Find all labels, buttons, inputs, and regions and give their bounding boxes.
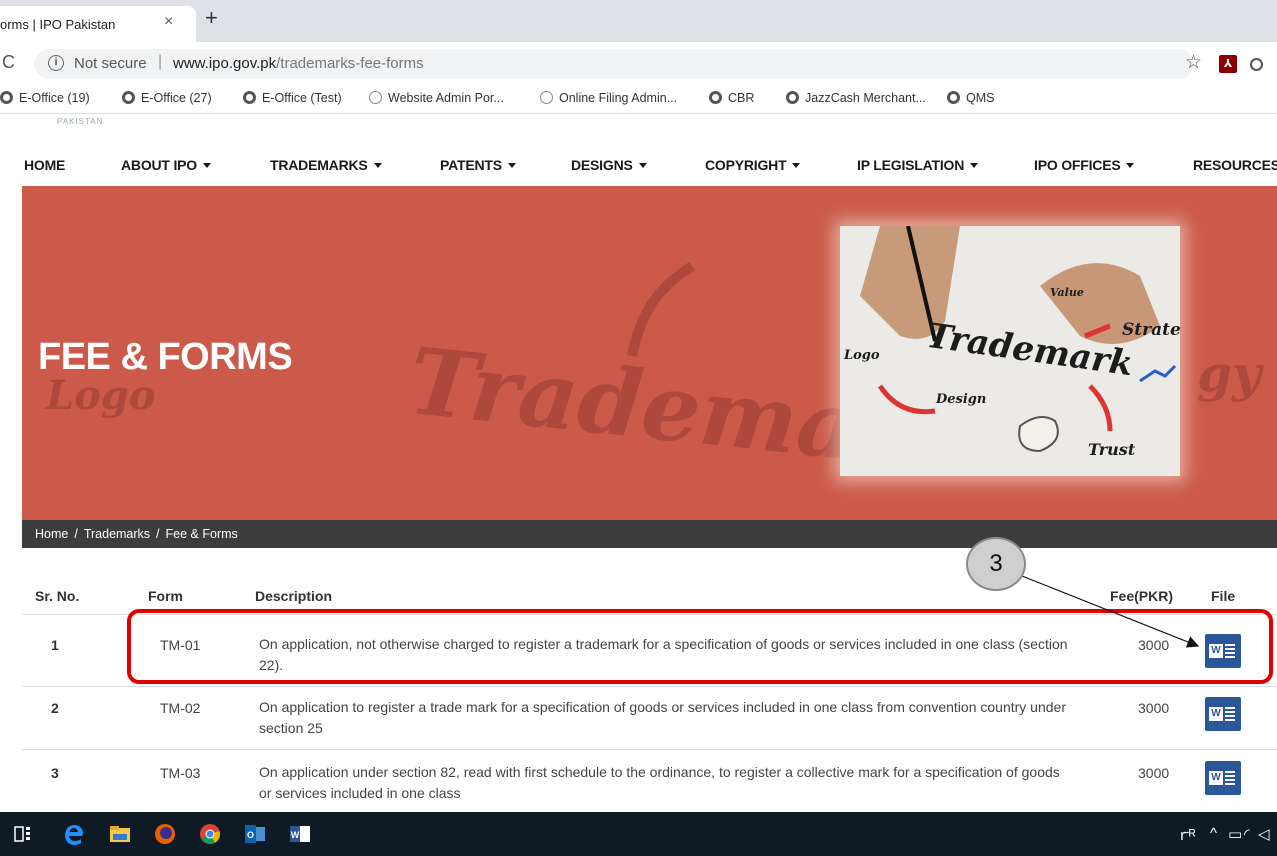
task-view-icon[interactable] (12, 822, 36, 846)
step-number-callout: 3 (966, 537, 1026, 591)
edge-browser-icon[interactable] (62, 822, 86, 846)
word-icon[interactable]: W (288, 822, 312, 846)
svg-text:W: W (291, 830, 300, 840)
tray-wifi-icon[interactable]: ◜ (1244, 825, 1250, 843)
outlook-icon[interactable]: O (243, 822, 267, 846)
file-explorer-icon[interactable] (108, 822, 132, 846)
svg-text:O: O (247, 830, 254, 840)
tray-volume-icon[interactable]: ◁ (1258, 825, 1270, 843)
chrome-icon[interactable] (198, 822, 222, 846)
callout-arrow-icon (1021, 575, 1200, 648)
windows-taskbar: O W ꭈᴿ ^ ▭ ◜ ◁ (0, 812, 1277, 856)
screenshot-root: orms | IPO Pakistan × + C i Not secure |… (0, 0, 1277, 856)
firefox-icon[interactable] (153, 822, 177, 846)
tray-battery-icon[interactable]: ▭ (1228, 825, 1242, 843)
tray-chevron-up-icon[interactable]: ^ (1210, 825, 1217, 842)
tray-people-icon[interactable]: ꭈᴿ (1180, 825, 1196, 845)
